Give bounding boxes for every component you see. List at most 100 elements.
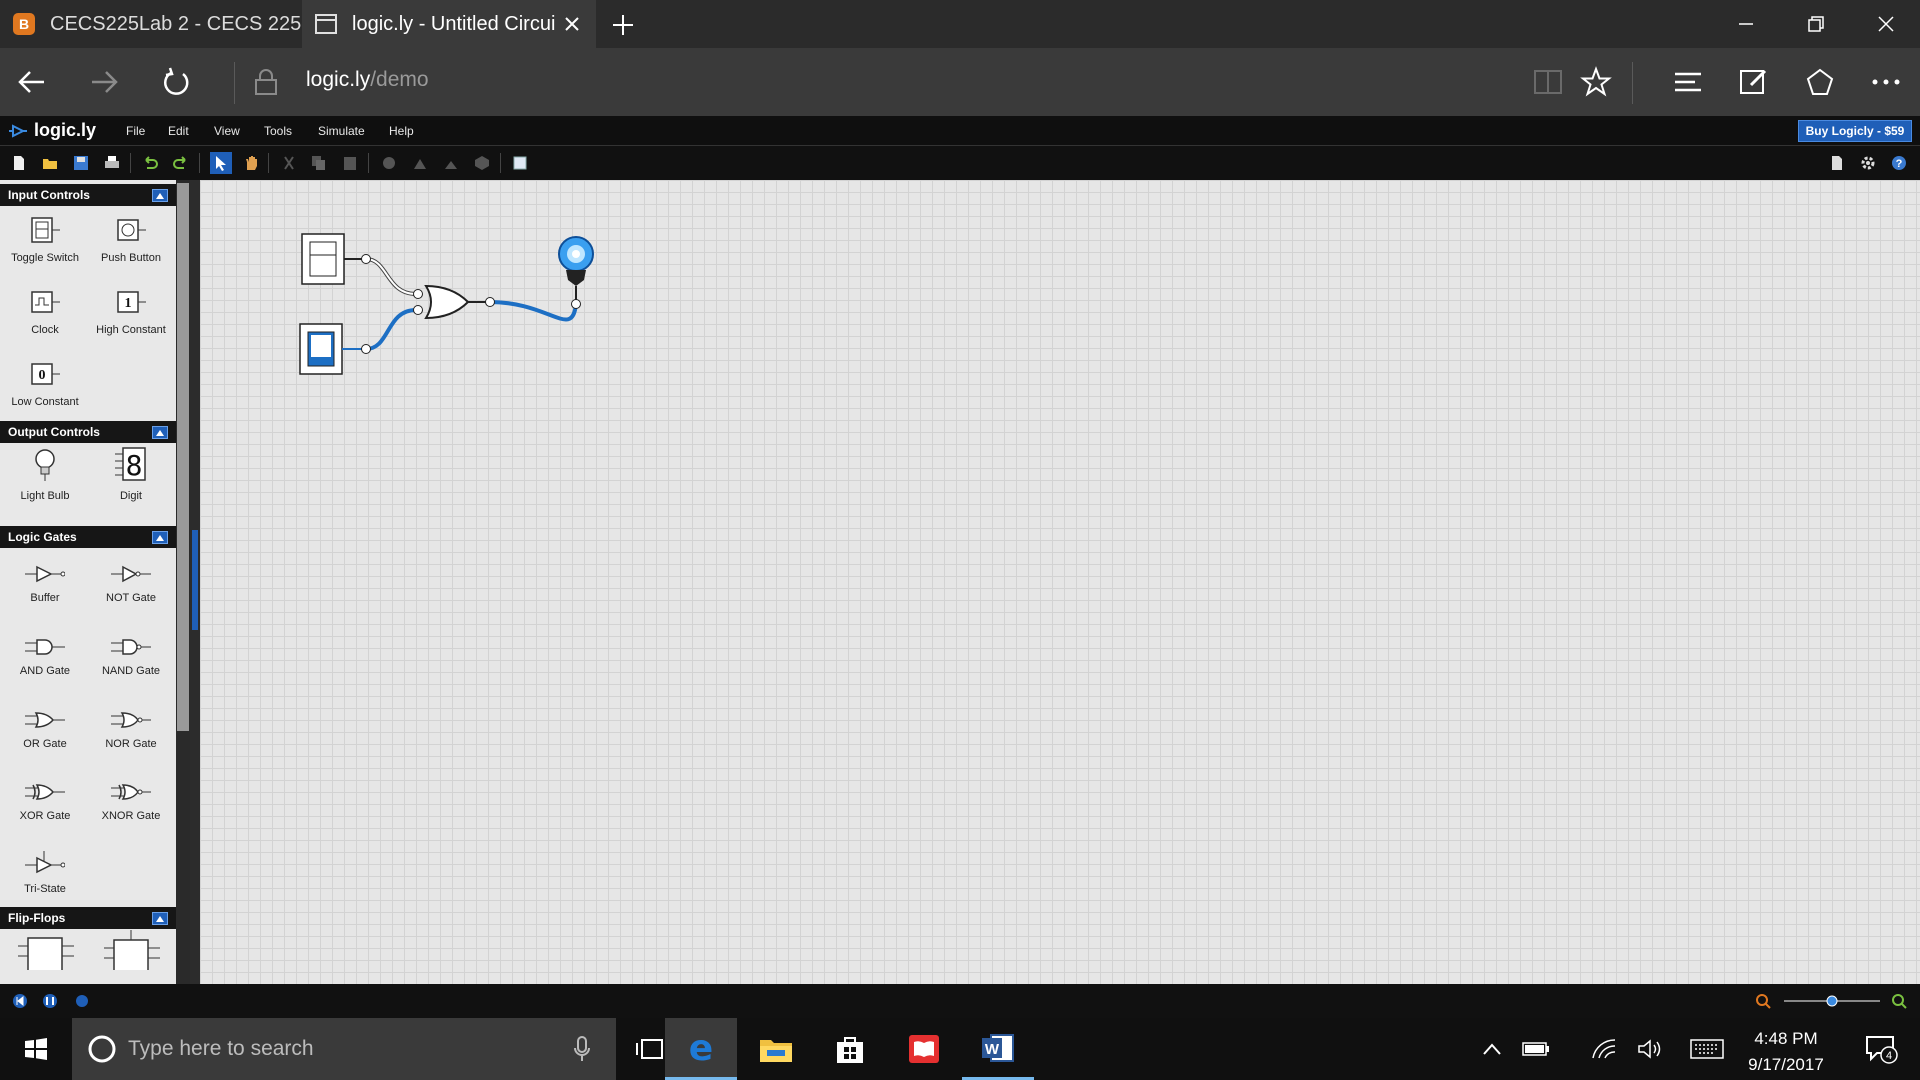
palette-collapse-bar[interactable] [190,180,200,984]
menu-simulate[interactable]: Simulate [318,124,365,138]
step-back-icon[interactable] [13,994,27,1008]
new-file-icon[interactable] [10,154,28,172]
show-hidden-icons-chevron-icon[interactable] [1472,1018,1512,1080]
category-output-controls[interactable]: Output Controls [0,421,176,443]
browser-tab-cecs225[interactable]: B CECS225Lab 2 - CECS 225 S [0,0,302,48]
menu-edit[interactable]: Edit [168,124,189,138]
pause-icon[interactable] [43,994,57,1008]
palette-flip-flop-2[interactable] [88,930,174,984]
collapse-triangle-icon[interactable] [152,426,168,439]
paste-icon[interactable] [341,154,359,172]
document-icon[interactable] [1828,154,1846,172]
category-flip-flops[interactable]: Flip-Flops [0,907,176,929]
category-input-controls[interactable]: Input Controls [0,184,176,206]
app-toolbar: ? [0,146,1920,180]
touch-keyboard-icon[interactable] [1684,1018,1730,1080]
forward-arrow-icon[interactable] [84,62,124,102]
undo-icon[interactable] [141,154,159,172]
palette-high-constant[interactable]: 1 High Constant [88,282,174,350]
label-icon[interactable] [511,154,529,172]
palette-not-gate[interactable]: NOT Gate [88,550,174,618]
back-arrow-icon[interactable] [12,62,52,102]
circuit-canvas[interactable] [200,180,1920,984]
action-center-icon[interactable]: 4 [1852,1018,1912,1080]
refresh-icon[interactable] [156,62,196,102]
hub-icon[interactable] [1668,62,1708,102]
windows-start-icon[interactable] [0,1018,72,1080]
wifi-icon[interactable] [1584,1018,1624,1080]
pan-hand-icon[interactable] [242,154,260,172]
collapse-triangle-icon[interactable] [152,912,168,925]
palette-low-constant[interactable]: 0 Low Constant [2,354,88,422]
save-icon[interactable] [72,154,90,172]
microphone-icon[interactable] [574,1036,590,1062]
align-icon[interactable] [442,154,460,172]
help-icon[interactable]: ? [1890,154,1908,172]
new-tab-icon[interactable] [608,10,638,40]
store-icon[interactable] [814,1018,886,1080]
menu-view[interactable]: View [214,124,240,138]
open-folder-icon[interactable] [41,154,59,172]
palette-xnor-gate[interactable]: XNOR Gate [88,768,174,836]
browser-tab-logicly[interactable]: logic.ly - Untitled Circui [302,0,596,48]
close-tab-icon[interactable] [560,12,584,36]
category-logic-gates[interactable]: Logic Gates [0,526,176,548]
menu-tools[interactable]: Tools [264,124,292,138]
flip-icon[interactable] [411,154,429,172]
close-window-icon[interactable] [1852,0,1920,48]
print-icon[interactable] [103,154,121,172]
light-bulb-output[interactable] [558,236,594,309]
toggle-switch-1[interactable] [301,233,371,285]
palette-or-gate[interactable]: OR Gate [2,696,88,764]
word-icon[interactable]: W [962,1018,1034,1080]
palette-digit[interactable]: 8 Digit [88,447,174,516]
group-icon[interactable] [473,154,491,172]
palette-light-bulb[interactable]: Light Bulb [2,448,88,516]
palette-nand-gate[interactable]: NAND Gate [88,623,174,691]
web-note-icon[interactable] [1734,62,1774,102]
select-pointer-icon[interactable] [210,152,232,174]
share-icon[interactable] [1800,62,1840,102]
book-reader-icon[interactable] [888,1018,960,1080]
palette-toggle-switch[interactable]: Toggle Switch [2,210,88,278]
favorite-star-icon[interactable] [1576,62,1616,102]
copy-icon[interactable] [310,154,328,172]
restore-icon[interactable] [1782,0,1850,48]
palette-flip-flop-1[interactable] [2,936,88,984]
or-gate[interactable] [413,284,495,320]
palette-scroll-thumb[interactable] [177,183,189,731]
palette-tri-state[interactable]: Tri-State [2,841,88,909]
step-forward-icon[interactable] [76,995,88,1007]
cut-icon[interactable] [280,154,298,172]
battery-icon[interactable] [1516,1018,1556,1080]
url-field[interactable]: logic.ly/demo [306,68,429,92]
redo-icon[interactable] [172,154,190,172]
zoom-in-icon[interactable] [1892,994,1907,1009]
volume-icon[interactable] [1630,1018,1670,1080]
buy-button[interactable]: Buy Logicly - $59 [1798,120,1912,142]
palette-nor-gate[interactable]: NOR Gate [88,696,174,764]
collapse-triangle-icon[interactable] [152,189,168,202]
palette-push-button[interactable]: Push Button [88,210,174,278]
edge-taskbar-icon[interactable]: e [665,1018,737,1080]
more-icon[interactable] [1866,62,1906,102]
palette-and-gate[interactable]: AND Gate [2,623,88,691]
palette-xor-gate[interactable]: XOR Gate [2,768,88,836]
collapse-triangle-icon[interactable] [152,531,168,544]
taskbar-search-box[interactable]: Type here to search [72,1018,616,1080]
zoom-out-icon[interactable] [1756,994,1771,1009]
rotate-icon[interactable] [380,154,398,172]
reading-view-icon[interactable] [1528,62,1568,102]
collapse-handle[interactable] [192,530,198,630]
toggle-switch-2[interactable] [299,323,371,375]
palette-buffer[interactable]: Buffer [2,550,88,618]
palette-scrollbar[interactable] [176,180,190,984]
taskbar-clock[interactable]: 4:48 PM 9/17/2017 [1730,1026,1842,1078]
zoom-slider[interactable] [1784,995,1880,1007]
settings-gear-icon[interactable] [1859,154,1877,172]
minimize-icon[interactable] [1712,0,1780,48]
menu-help[interactable]: Help [389,124,414,138]
file-explorer-icon[interactable] [740,1018,812,1080]
menu-file[interactable]: File [126,124,145,138]
palette-clock[interactable]: Clock [2,282,88,350]
